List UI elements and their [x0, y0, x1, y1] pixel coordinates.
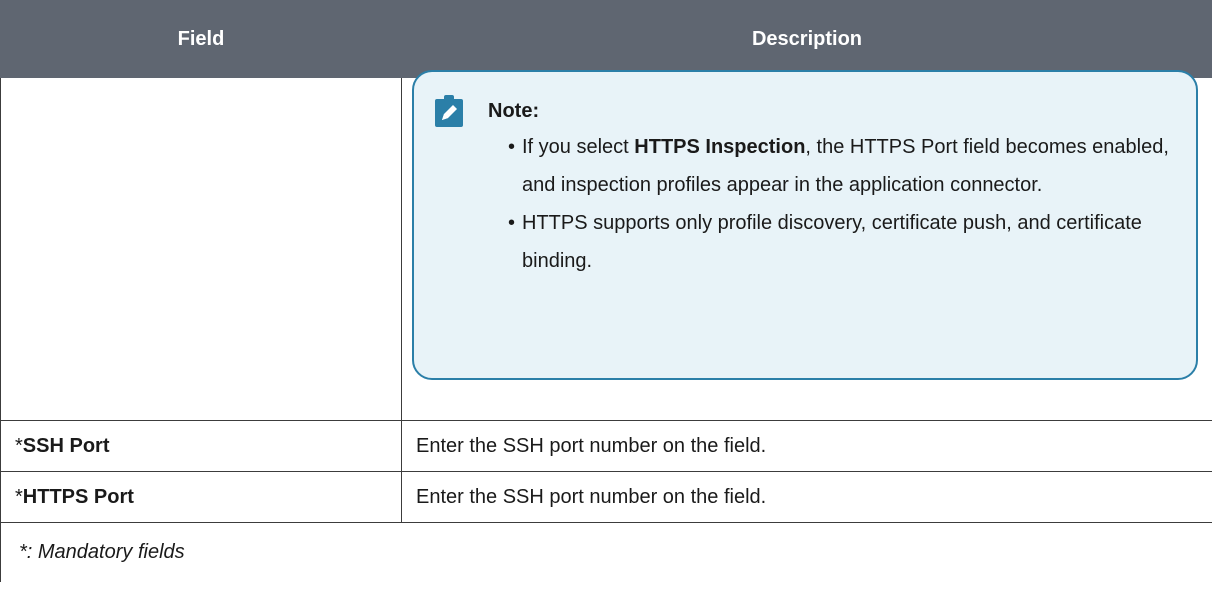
field-cell: *HTTPS Port — [0, 471, 402, 523]
table-footer-row: *: Mandatory fields — [0, 522, 1212, 582]
field-name: HTTPS Port — [22, 485, 134, 508]
mandatory-marker: * — [15, 434, 23, 457]
note-item-text: If you select — [522, 136, 635, 158]
note-title: Note: — [488, 99, 540, 122]
description-cell: Enter the SSH port number on the field. — [401, 471, 1212, 523]
mandatory-marker: * — [15, 485, 23, 508]
mandatory-fields-note: *: Mandatory fields — [0, 522, 1212, 582]
description-cell: Note: If you select HTTPS Inspection, th… — [401, 70, 1212, 421]
note-header: Note: — [434, 94, 1176, 128]
list-item: If you select HTTPS Inspection, the HTTP… — [508, 128, 1176, 204]
field-column-header: Field — [0, 0, 402, 78]
table-row: Note: If you select HTTPS Inspection, th… — [0, 70, 1212, 421]
note-callout: Note: If you select HTTPS Inspection, th… — [412, 70, 1198, 380]
table-row: *HTTPS Port Enter the SSH port number on… — [0, 471, 1212, 523]
table-row: *SSH Port Enter the SSH port number on t… — [0, 420, 1212, 472]
pencil-clipboard-icon — [434, 94, 464, 128]
note-item-text: HTTPS supports only profile discovery, c… — [522, 212, 1142, 272]
field-name: SSH Port — [22, 434, 110, 457]
list-item: HTTPS supports only profile discovery, c… — [508, 204, 1176, 280]
description-column-header: Description — [401, 0, 1212, 78]
fields-table: Field Description Note: • If you select … — [0, 0, 1212, 582]
note-list: If you select HTTPS Inspection, the HTTP… — [434, 128, 1176, 280]
table-header-row: Field Description — [0, 0, 1212, 78]
field-cell-empty — [0, 77, 402, 421]
note-item-bold: HTTPS Inspection — [634, 136, 806, 158]
description-cell: Enter the SSH port number on the field. — [401, 420, 1212, 472]
field-cell: *SSH Port — [0, 420, 402, 472]
